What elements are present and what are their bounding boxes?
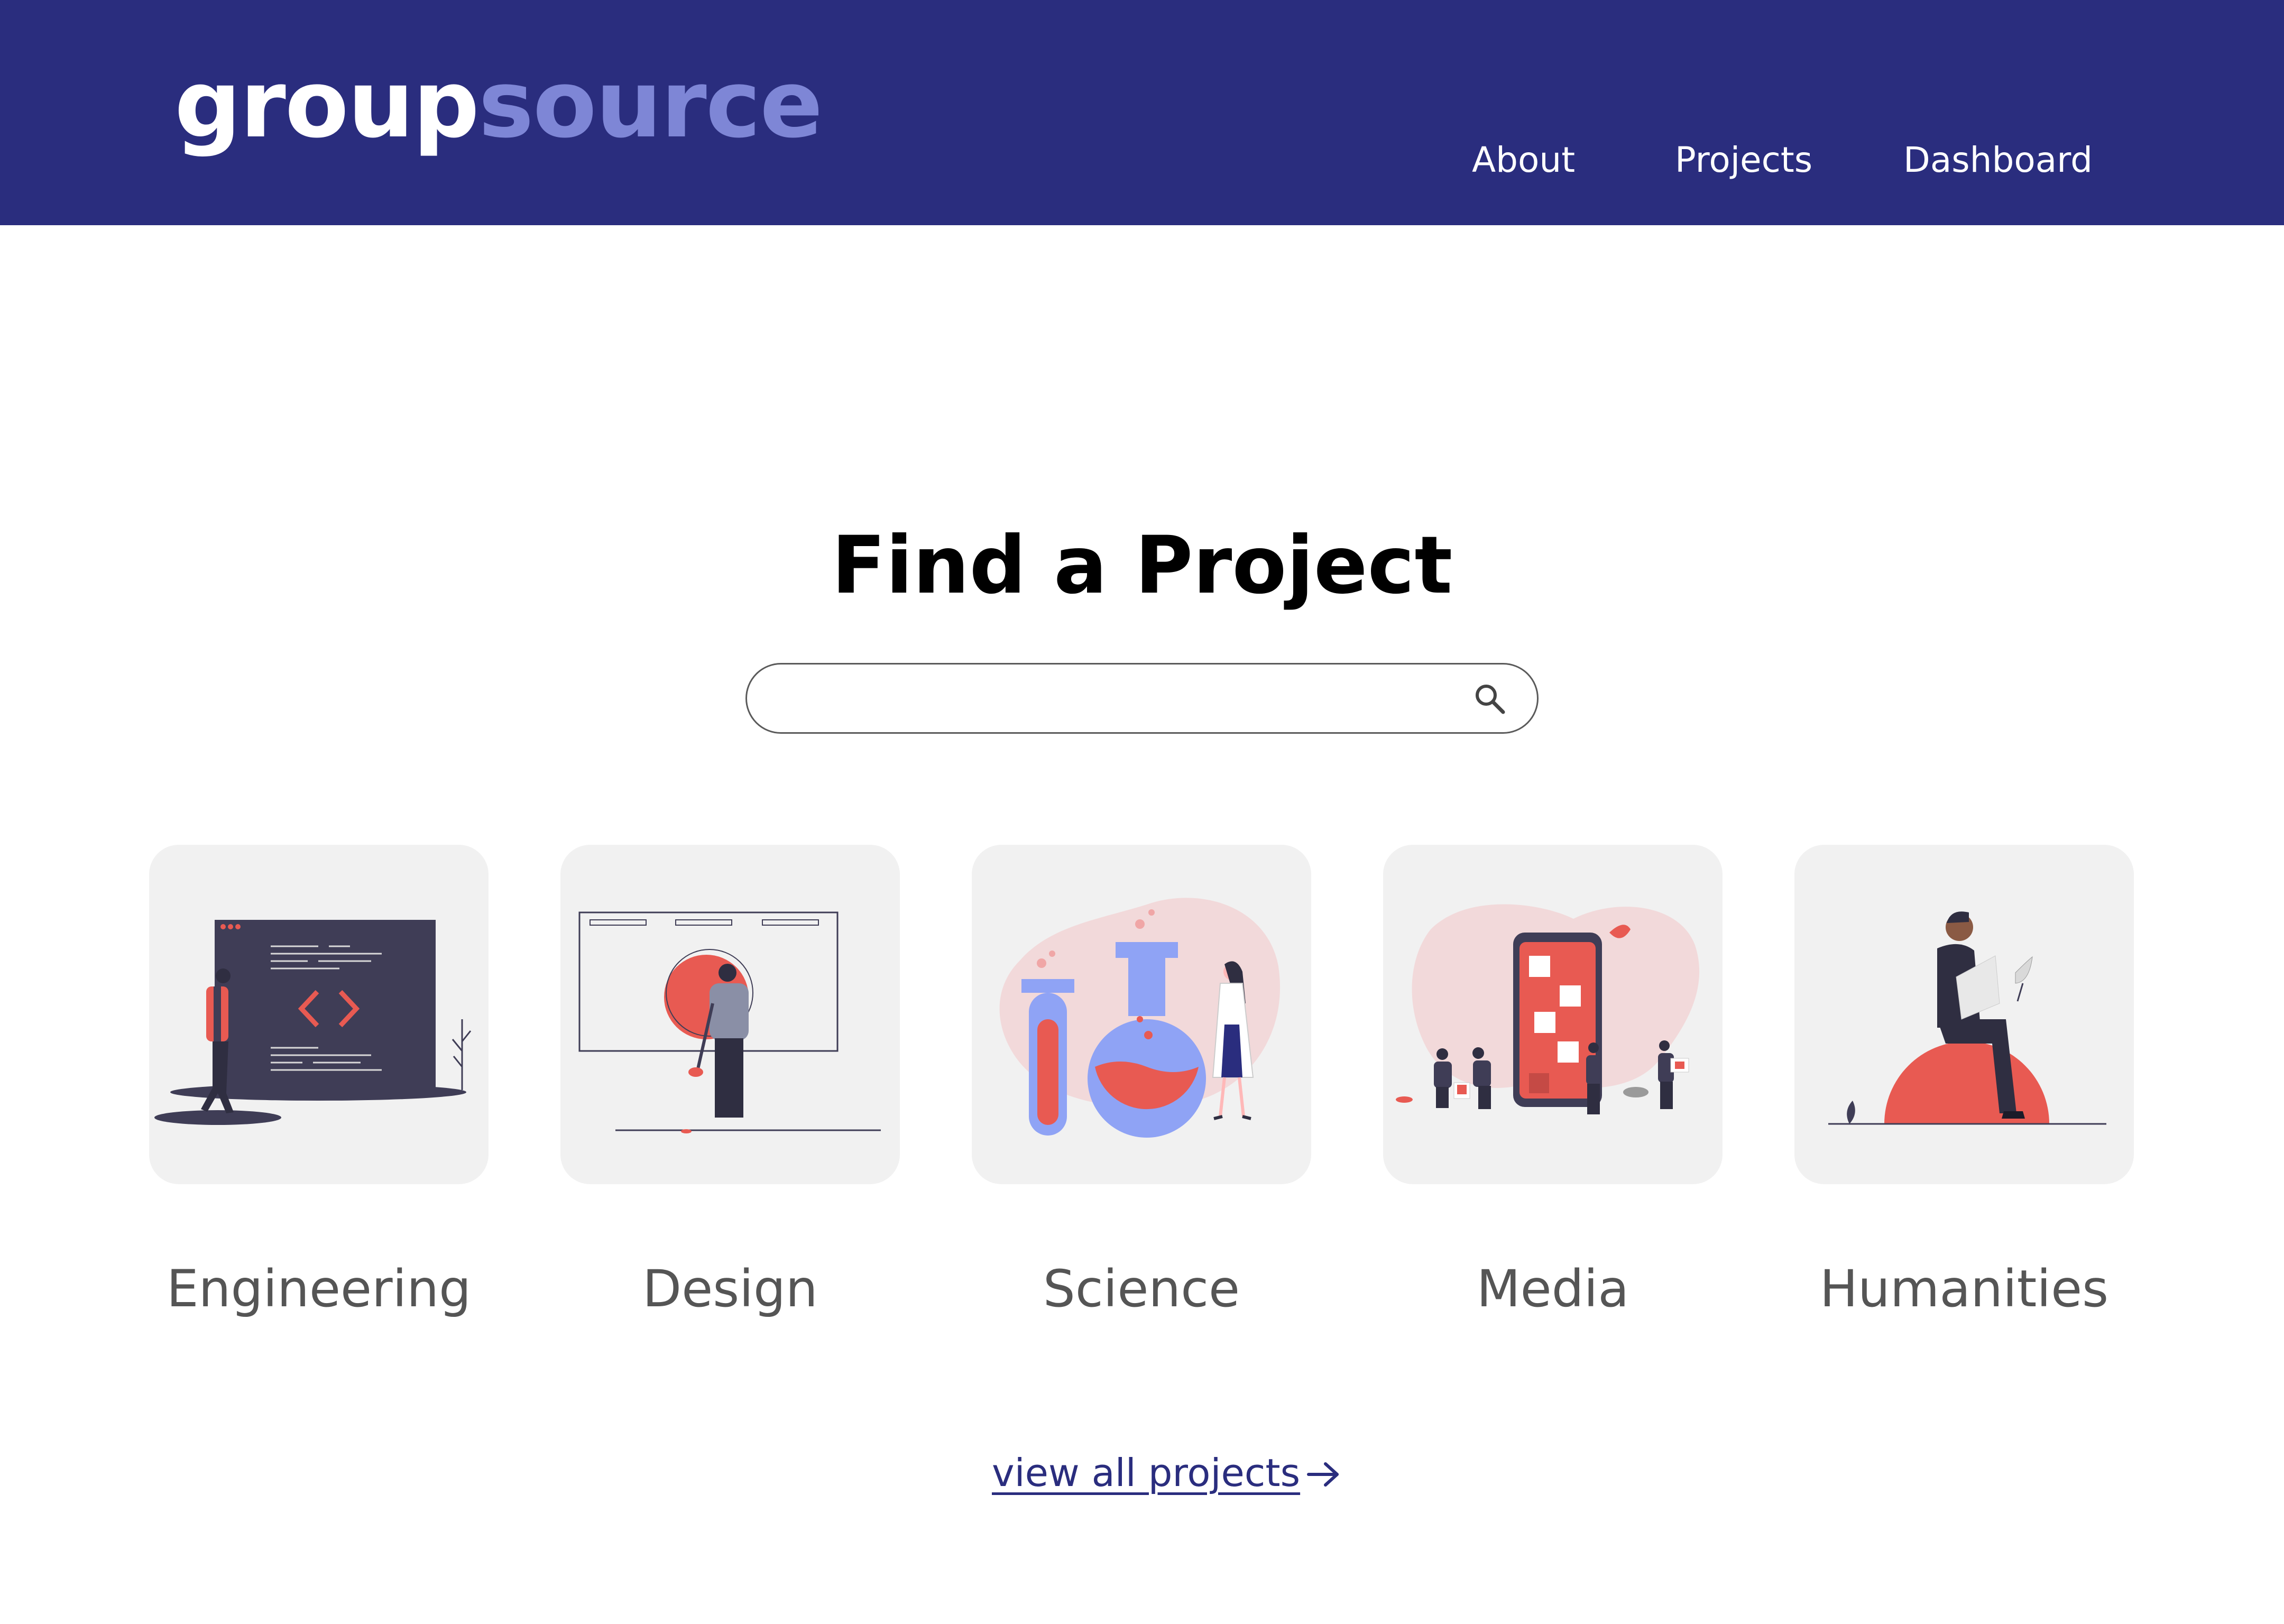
category-label-science[interactable]: Science [972,1261,1311,1317]
social-phone-illustration [1396,904,1700,1114]
category-card-science[interactable] [972,845,1311,1184]
logo-part-group: group [174,50,480,159]
search-input[interactable] [779,675,1434,723]
search-bar [745,663,1539,734]
groupsource-logo[interactable]: groupsource [174,58,823,151]
top-header: groupsource About Projects Dashboard [0,0,2284,225]
category-label-engineering[interactable]: Engineering [149,1261,489,1317]
view-all-label: view all projects [992,1451,1301,1495]
nav-link-dashboard[interactable]: Dashboard [1903,136,2093,184]
category-card-design[interactable] [560,845,900,1184]
page-title: Find a Project [831,520,1453,612]
category-card-humanities[interactable] [1794,845,2134,1184]
category-label-media[interactable]: Media [1383,1261,1723,1317]
category-label-design[interactable]: Design [560,1261,900,1317]
reader-illustration [1828,911,2106,1125]
code-window-illustration [154,920,472,1125]
logo-part-source: source [478,50,823,159]
nav-link-projects[interactable]: Projects [1675,136,1812,184]
view-all-projects-link[interactable]: view all projects [992,1446,1342,1499]
category-card-media[interactable] [1383,845,1723,1184]
category-card-engineering[interactable] [149,845,489,1184]
arrow-right-icon [1307,1462,1339,1487]
painter-illustration [578,911,881,1133]
category-label-humanities[interactable]: Humanities [1794,1261,2134,1317]
nav-link-about[interactable]: About [1472,136,1575,184]
lab-flasks-illustration [999,898,1281,1138]
search-icon[interactable] [1471,680,1508,717]
